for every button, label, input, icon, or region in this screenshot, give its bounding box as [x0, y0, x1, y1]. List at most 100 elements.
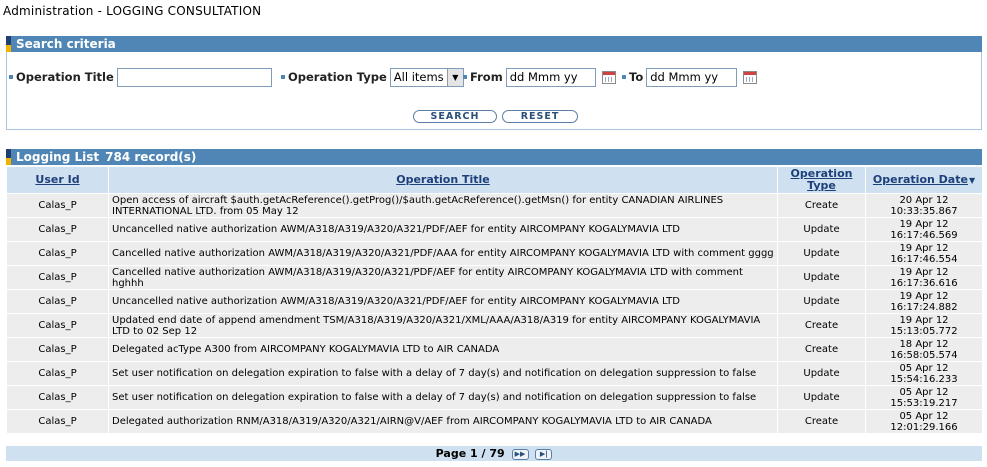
- search-button[interactable]: SEARCH: [413, 110, 497, 123]
- cell-operation-date: 19 Apr 12 16:17:46.554: [866, 242, 982, 265]
- bullet-icon: [9, 75, 13, 79]
- cell-operation-date: 05 Apr 12 15:53:19.217: [866, 386, 982, 409]
- cell-operation-date: 19 Apr 12 15:13:05.772: [866, 314, 982, 337]
- cell-operation-type: Update: [778, 242, 865, 265]
- date-value: 19 Apr 12: [899, 266, 949, 278]
- column-header-operation-title[interactable]: Operation Title: [109, 167, 777, 193]
- time-value: 15:13:05.772: [890, 325, 958, 337]
- fast-forward-icon[interactable]: ▶▶: [511, 448, 529, 460]
- cell-operation-type: Update: [778, 386, 865, 409]
- pagination-bar: Page 1 / 79 ▶▶ ▶|: [6, 446, 982, 461]
- cell-user-id: Calas_P: [7, 386, 108, 409]
- cell-operation-title: Delegated acType A300 from AIRCOMPANY KO…: [109, 338, 777, 361]
- record-count: 784 record(s): [105, 150, 197, 164]
- column-header-operation-date[interactable]: Operation Date▼: [866, 167, 982, 193]
- cell-operation-title: Cancelled native authorization AWM/A318/…: [109, 242, 777, 265]
- from-date-input[interactable]: [505, 67, 596, 87]
- table-row[interactable]: Calas_P Updated end date of append amend…: [7, 314, 982, 337]
- table-row[interactable]: Calas_P Uncancelled native authorization…: [7, 218, 982, 241]
- cell-user-id: Calas_P: [7, 218, 108, 241]
- calendar-icon[interactable]: [743, 70, 758, 84]
- table-row[interactable]: Calas_P Uncancelled native authorization…: [7, 290, 982, 313]
- time-value: 12:01:29.166: [890, 421, 958, 433]
- operation-type-criterion: Operation Type All items ▼: [281, 66, 464, 88]
- cell-operation-type: Update: [778, 218, 865, 241]
- column-header-user-id[interactable]: User Id: [7, 167, 108, 193]
- page-indicator: Page 1 / 79: [435, 447, 505, 460]
- cell-operation-title: Open access of aircraft $auth.getAcRefer…: [109, 194, 777, 217]
- cell-operation-date: 19 Apr 12 16:17:46.569: [866, 218, 982, 241]
- cell-operation-date: 20 Apr 12 10:33:35.867: [866, 194, 982, 217]
- cell-operation-date: 18 Apr 12 16:58:05.574: [866, 338, 982, 361]
- time-value: 16:17:24.882: [890, 301, 958, 313]
- cell-operation-title: Uncancelled native authorization AWM/A31…: [109, 290, 777, 313]
- cell-operation-date: 19 Apr 12 16:17:24.882: [866, 290, 982, 313]
- column-header-operation-type[interactable]: Operation Type: [778, 167, 865, 193]
- search-buttons: SEARCH RESET: [413, 110, 578, 123]
- table-row[interactable]: Calas_P Open access of aircraft $auth.ge…: [7, 194, 982, 217]
- logging-list-header: Logging List 784 record(s): [6, 149, 982, 165]
- operation-title-input[interactable]: [116, 67, 272, 87]
- date-value: 20 Apr 12: [899, 194, 949, 206]
- bullet-icon: [622, 75, 626, 79]
- table-row[interactable]: Calas_P Delegated acType A300 from AIRCO…: [7, 338, 982, 361]
- page-title-text: LOGGING CONSULTATION: [106, 4, 262, 18]
- calendar-icon[interactable]: [601, 70, 616, 84]
- page-section: Administration: [3, 4, 94, 18]
- time-value: 16:58:05.574: [890, 349, 958, 361]
- cell-operation-date: 05 Apr 12 15:54:16.233: [866, 362, 982, 385]
- table-body: Calas_P Open access of aircraft $auth.ge…: [7, 194, 982, 433]
- cell-operation-title: Cancelled native authorization AWM/A318/…: [109, 266, 777, 289]
- date-value: 19 Apr 12: [899, 290, 949, 302]
- time-value: 10:33:35.867: [890, 205, 958, 217]
- cell-user-id: Calas_P: [7, 242, 108, 265]
- cell-operation-type: Create: [778, 314, 865, 337]
- date-value: 19 Apr 12: [899, 314, 949, 326]
- cell-user-id: Calas_P: [7, 338, 108, 361]
- cell-operation-title: Set user notification on delegation expi…: [109, 362, 777, 385]
- from-date-criterion: From: [463, 66, 616, 88]
- logging-table: User Id Operation Title Operation Type O…: [6, 166, 983, 434]
- search-criteria-header: Search criteria: [6, 36, 982, 52]
- operation-title-label: Operation Title: [16, 70, 114, 84]
- operation-type-select[interactable]: All items ▼: [389, 67, 464, 87]
- operation-date-header-label[interactable]: Operation Date: [873, 173, 968, 186]
- cell-operation-title: Set user notification on delegation expi…: [109, 386, 777, 409]
- cell-operation-title: Delegated authorization RNM/A318/A319/A3…: [109, 410, 777, 433]
- table-row[interactable]: Calas_P Cancelled native authorization A…: [7, 266, 982, 289]
- last-page-icon[interactable]: ▶|: [535, 448, 553, 460]
- from-label: From: [470, 70, 503, 84]
- to-date-input[interactable]: [646, 67, 738, 87]
- time-value: 16:17:46.569: [890, 229, 958, 241]
- date-value: 19 Apr 12: [899, 242, 949, 254]
- cell-user-id: Calas_P: [7, 362, 108, 385]
- table-header-row: User Id Operation Title Operation Type O…: [7, 167, 982, 193]
- cell-operation-type: Create: [778, 194, 865, 217]
- time-value: 15:53:19.217: [890, 397, 958, 409]
- table-row[interactable]: Calas_P Set user notification on delegat…: [7, 362, 982, 385]
- table-row[interactable]: Calas_P Cancelled native authorization A…: [7, 242, 982, 265]
- reset-button[interactable]: RESET: [502, 110, 578, 123]
- cell-operation-date: 05 Apr 12 12:01:29.166: [866, 410, 982, 433]
- to-label: To: [629, 70, 644, 84]
- search-criteria-title: Search criteria: [16, 37, 116, 51]
- table-row[interactable]: Calas_P Set user notification on delegat…: [7, 386, 982, 409]
- date-value: 05 Apr 12: [899, 386, 949, 398]
- date-value: 05 Apr 12: [899, 362, 949, 374]
- cell-user-id: Calas_P: [7, 194, 108, 217]
- chevron-down-icon[interactable]: ▼: [446, 68, 463, 86]
- table-row[interactable]: Calas_P Delegated authorization RNM/A318…: [7, 410, 982, 433]
- page-title: Administration - LOGGING CONSULTATION: [3, 4, 261, 18]
- date-value: 05 Apr 12: [899, 410, 949, 422]
- cell-operation-title: Updated end date of append amendment TSM…: [109, 314, 777, 337]
- date-value: 19 Apr 12: [899, 218, 949, 230]
- to-date-criterion: To: [622, 66, 758, 88]
- sort-descending-icon[interactable]: ▼: [969, 175, 975, 187]
- operation-type-value: All items: [393, 69, 444, 84]
- cell-operation-type: Create: [778, 338, 865, 361]
- cell-operation-date: 19 Apr 12 16:17:36.616: [866, 266, 982, 289]
- operation-type-label: Operation Type: [288, 70, 387, 84]
- search-criteria-panel: Operation Title Operation Type All items…: [6, 52, 982, 130]
- cell-operation-type: Update: [778, 266, 865, 289]
- date-value: 18 Apr 12: [899, 338, 949, 350]
